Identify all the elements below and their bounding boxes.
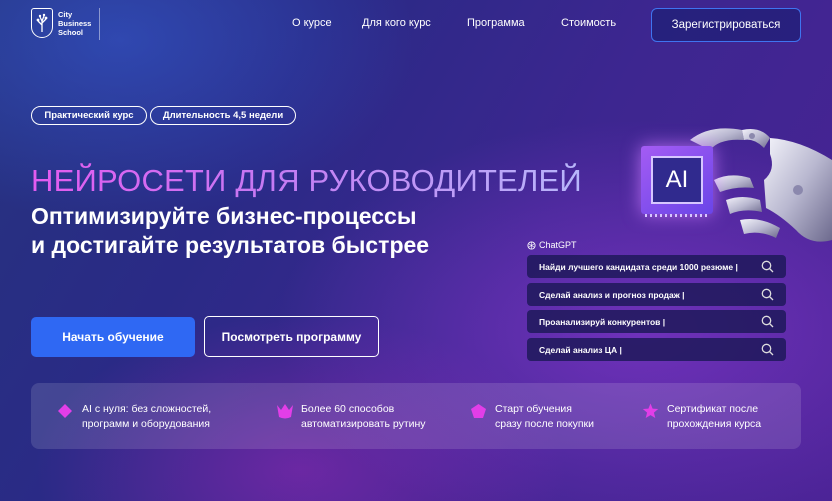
logo-divider [99,8,100,40]
feature-line2: автоматизировать рутину [301,418,426,430]
hero-subtitle-line2: и достигайте результатов быстрее [31,232,430,258]
nav-about[interactable]: О курсе [292,17,332,29]
logo-text: City Business School [58,9,92,37]
view-program-button[interactable]: Посмотреть программу [204,316,379,357]
feature-item: Более 60 способов автоматизировать рутин… [277,402,426,432]
prompt-item[interactable]: Сделай анализ ЦА | [527,338,786,361]
nav-program[interactable]: Программа [467,17,525,29]
hero-subtitle-line1: Оптимизируйте бизнес-процессы [31,203,417,229]
search-icon [761,343,774,356]
prompt-text: Проанализируй конкурентов | [539,316,666,327]
prompt-item[interactable]: Сделай анализ и прогноз продаж | [527,283,786,306]
hero-subtitle: Оптимизируйте бизнес-процессы и достигай… [31,202,429,260]
hero-title: НЕЙРОСЕТИ ДЛЯ РУКОВОДИТЕЛЕЙ [31,163,582,198]
feature-line1: Сертификат после [667,403,759,415]
ai-chip-label: AI [651,156,703,204]
search-icon [761,260,774,273]
star-icon [642,403,659,418]
nav-audience[interactable]: Для кого курс [362,17,431,29]
openai-icon [527,240,536,250]
prompt-text: Сделай анализ и прогноз продаж | [539,289,685,300]
nav-price[interactable]: Стоимость [561,17,616,29]
crown-icon [277,404,293,419]
chip-pins [645,214,709,217]
ai-chip-illustration: AI [641,146,713,214]
tag-practical: Практический курс [31,106,147,125]
prompt-item[interactable]: Проанализируй конкурентов | [527,310,786,333]
header: City Business School О курсе Для кого ку… [0,0,832,48]
feature-line1: Более 60 способов [301,403,395,415]
search-icon [761,315,774,328]
feature-line1: AI с нуля: без сложностей, [82,403,212,415]
start-learning-button[interactable]: Начать обучение [31,317,195,357]
logo[interactable]: City Business School [31,8,98,38]
feature-item: Сертификат после прохождения курса [642,402,762,432]
feature-line1: Старт обучения [495,403,572,415]
pentagon-icon [471,404,486,418]
register-button[interactable]: Зарегистрироваться [651,8,801,42]
prompt-item[interactable]: Найди лучшего кандидата среди 1000 резюм… [527,255,786,278]
prompt-text: Найди лучшего кандидата среди 1000 резюм… [539,261,738,272]
features-panel: AI с нуля: без сложностей, программ и об… [31,383,801,449]
prompt-text: Сделай анализ ЦА | [539,344,622,355]
feature-line2: прохождения курса [667,418,762,430]
feature-line2: сразу после покупки [495,418,594,430]
chatgpt-label: ChatGPT [527,240,577,250]
diamond-icon [58,404,72,418]
feature-line2: программ и оборудования [82,418,210,430]
feature-item: Старт обучения сразу после покупки [471,402,594,432]
tree-logo-icon [31,8,53,38]
chatgpt-label-text: ChatGPT [539,240,577,250]
tag-duration: Длительность 4,5 недели [150,106,296,125]
feature-item: AI с нуля: без сложностей, программ и об… [58,402,212,432]
search-icon [761,288,774,301]
